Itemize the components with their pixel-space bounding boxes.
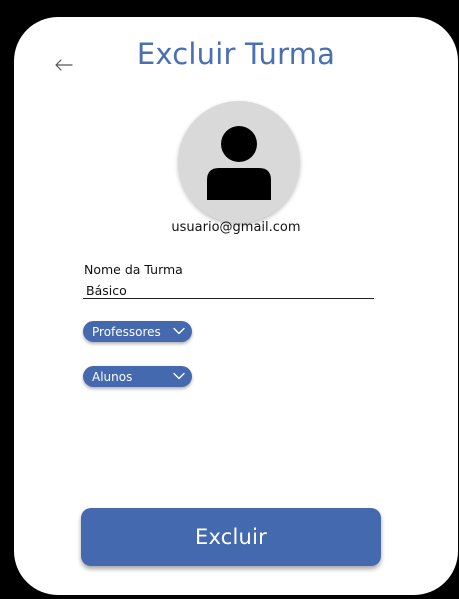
delete-button[interactable]: Excluir [81,508,381,566]
students-dropdown[interactable]: Alunos [83,366,192,387]
teachers-dropdown[interactable]: Professores [83,321,192,342]
class-name-input[interactable]: Básico [86,283,127,298]
chevron-down-icon [173,372,185,380]
teachers-dropdown-label: Professores [92,324,161,339]
chevron-down-icon [173,327,185,335]
user-email: usuario@gmail.com [171,220,301,235]
user-icon [207,126,271,200]
students-dropdown-label: Alunos [92,369,133,384]
class-name-label: Nome da Turma [84,262,183,277]
page-title: Excluir Turma [136,37,336,71]
class-name-underline [83,298,374,299]
avatar [178,101,300,223]
screen-card: Excluir Turma usuario@gmail.com Nome da … [14,17,458,595]
